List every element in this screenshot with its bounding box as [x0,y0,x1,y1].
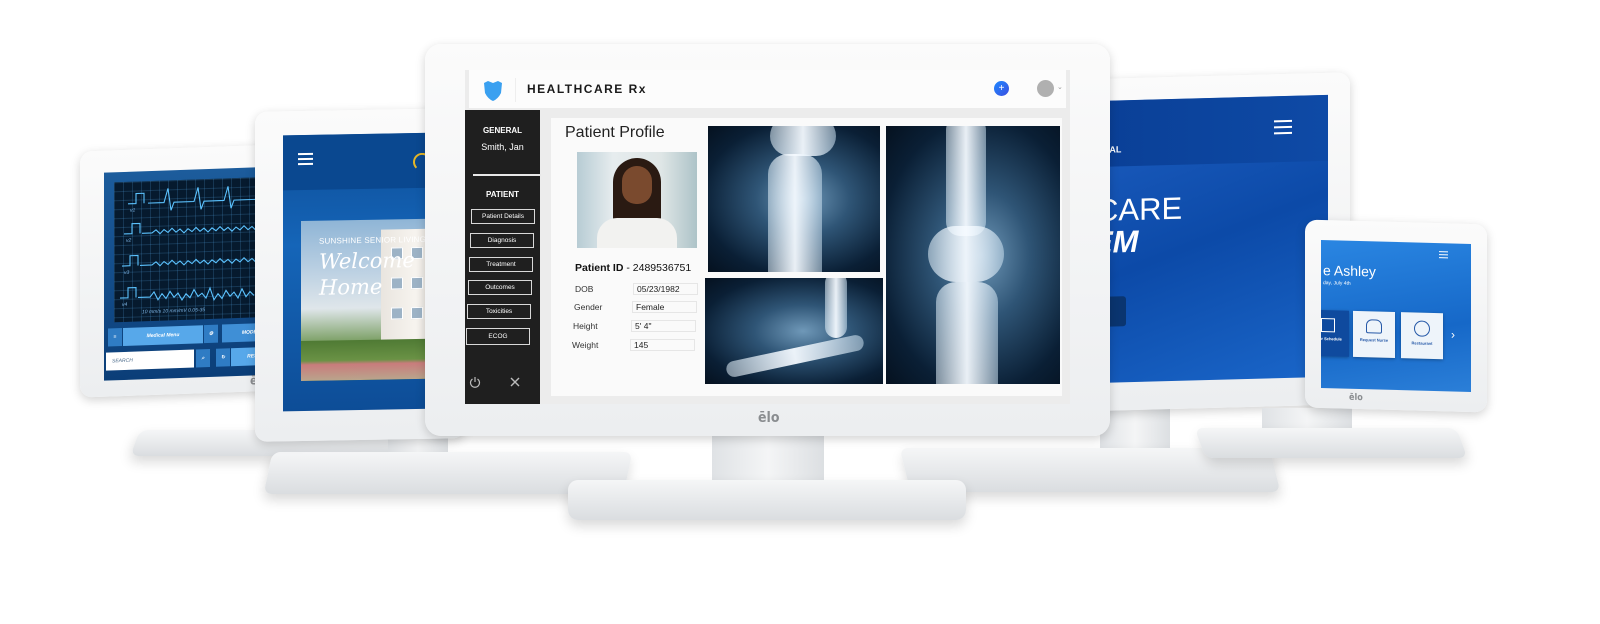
foot-lateral-xray[interactable] [705,278,883,384]
header-divider [515,78,516,102]
main-monitor: HEALTHCARE Rx + ⌄ GENERAL Smith, Jan PAT… [425,44,1110,436]
patient-id: Patient ID - 2489536751 [575,262,691,274]
chevron-right-icon[interactable]: › [1451,327,1455,341]
jacket-shape [597,218,677,248]
ecg-screen: v1 v2 v3 v4 10 mm/s 10 mm/mV 0.05-35 ≡ M… [104,166,280,381]
dob-field[interactable]: 05/23/1982 [633,283,698,295]
field-weight: Weight 145 [572,339,712,352]
hospital-screen: PITAL CARE EM [1092,94,1328,384]
calendar-icon [1321,318,1335,333]
power-icon[interactable] [469,376,481,388]
ecg-lead-1 [128,186,264,211]
gender-field[interactable]: Female [632,301,697,313]
sidebar-item-treatment[interactable]: Treatment [469,257,533,272]
knee-lateral-xray[interactable] [708,126,880,272]
field-height: Height 5' 4" [573,320,713,333]
height-field[interactable]: 5' 4" [631,320,696,332]
medical-menu-button[interactable]: Medical Menu [123,325,203,346]
ecg-monitor: v1 v2 v3 v4 10 mm/s 10 mm/mV 0.05-35 ≡ M… [80,144,280,398]
face-shape [622,166,652,204]
field-dob: DOB 05/23/1982 [575,283,715,296]
main-monitor-stand-base [568,480,966,520]
field-label: Gender [574,302,603,312]
menu-icon-button[interactable]: ≡ [108,328,122,347]
weight-field[interactable]: 145 [630,339,695,351]
hero-title-line1: Welcome [319,248,415,274]
add-button[interactable]: + [994,81,1009,96]
hospital-header: PITAL [1092,94,1328,168]
ecg-lead-label: v1 [130,208,135,214]
sidebar-item-outcomes[interactable]: Outcomes [468,280,532,295]
sidebar: GENERAL Smith, Jan PATIENT Patient Detai… [465,110,541,404]
knee-frontal-xray[interactable] [886,126,1060,384]
patient-id-label: Patient ID [575,262,624,274]
restaurant-tile[interactable]: Restaurant [1401,312,1443,360]
elo-logo: ēlo [1349,392,1363,404]
field-gender: Gender Female [574,301,714,314]
patient-profile-panel: Patient Profile Patient ID - 2489536751 … [551,118,1062,396]
patient-id-separator: - [623,262,633,274]
avatar[interactable] [1037,80,1054,97]
resident-monitor: e Ashley day, July 4th Your Schedule Req… [1305,219,1487,413]
ecg-lead-label: v3 [124,270,129,276]
field-label: Height [573,321,598,331]
ecg-lead-label: v4 [122,302,127,308]
hero-subtitle: SUNSHINE SENIOR LIVING [319,234,427,246]
page-title: Patient Profile [565,124,665,141]
shield-logo-icon [484,81,502,101]
search-input[interactable]: SEARCH [106,349,194,371]
sidebar-patient-name: Smith, Jan [481,142,524,152]
hamburger-menu-icon[interactable] [1274,119,1292,135]
sidebar-patient-heading: PATIENT [485,190,520,199]
hero-title-line2: Home [319,274,383,300]
restaurant-icon [1414,320,1430,337]
sidebar-divider [473,174,541,176]
ecg-lead-4 [120,286,255,302]
request-nurse-tile[interactable]: Request Nurse [1353,310,1395,358]
search-icon-button[interactable]: ⌕ [196,348,210,368]
hero-title: Welcome Home [319,247,415,301]
greeting-text: e Ashley [1323,262,1376,280]
schedule-tile[interactable]: Your Schedule [1321,309,1349,357]
healthcare-app-screen: HEALTHCARE Rx + ⌄ GENERAL Smith, Jan PAT… [465,70,1070,404]
tile-label: Restaurant [1411,340,1433,346]
app-header: HEALTHCARE Rx + ⌄ [469,70,1066,108]
sidebar-general-heading: GENERAL [482,126,523,135]
main-monitor-stand-neck [712,434,824,486]
field-label: Weight [572,340,599,350]
ecg-lead-2 [124,222,277,235]
chevron-down-icon[interactable]: ⌄ [1057,83,1063,91]
resident-monitor-stand-base [1194,428,1468,458]
tile-label: Request Nurse [1359,337,1389,343]
elo-logo: ēlo [758,410,780,426]
ecg-lead-label: v2 [126,238,131,244]
tile-label: Your Schedule [1321,336,1342,342]
date-text: day, July 4th [1323,280,1351,287]
field-label: DOB [575,284,594,294]
patient-photo [577,152,697,248]
resident-screen: e Ashley day, July 4th Your Schedule Req… [1321,240,1471,392]
hamburger-menu-icon[interactable] [1439,251,1448,259]
patient-id-value: 2489536751 [632,262,692,274]
hamburger-menu-icon[interactable] [298,152,313,166]
nurse-icon [1366,319,1382,334]
settings-gear-button[interactable]: ⚙ [204,324,218,344]
ecg-lead-3 [122,254,273,267]
sidebar-item-patient-details[interactable]: Patient Details [471,209,535,224]
sidebar-item-toxicities[interactable]: Toxicities [467,304,531,319]
sidebar-item-diagnosis[interactable]: Diagnosis [470,233,534,248]
refresh-icon-button[interactable]: ↻ [216,348,230,367]
app-title: HEALTHCARE Rx [527,82,647,96]
sidebar-item-ecog[interactable]: ECOG [466,328,530,345]
plus-icon: + [998,83,1005,94]
tools-icon[interactable] [509,376,521,388]
